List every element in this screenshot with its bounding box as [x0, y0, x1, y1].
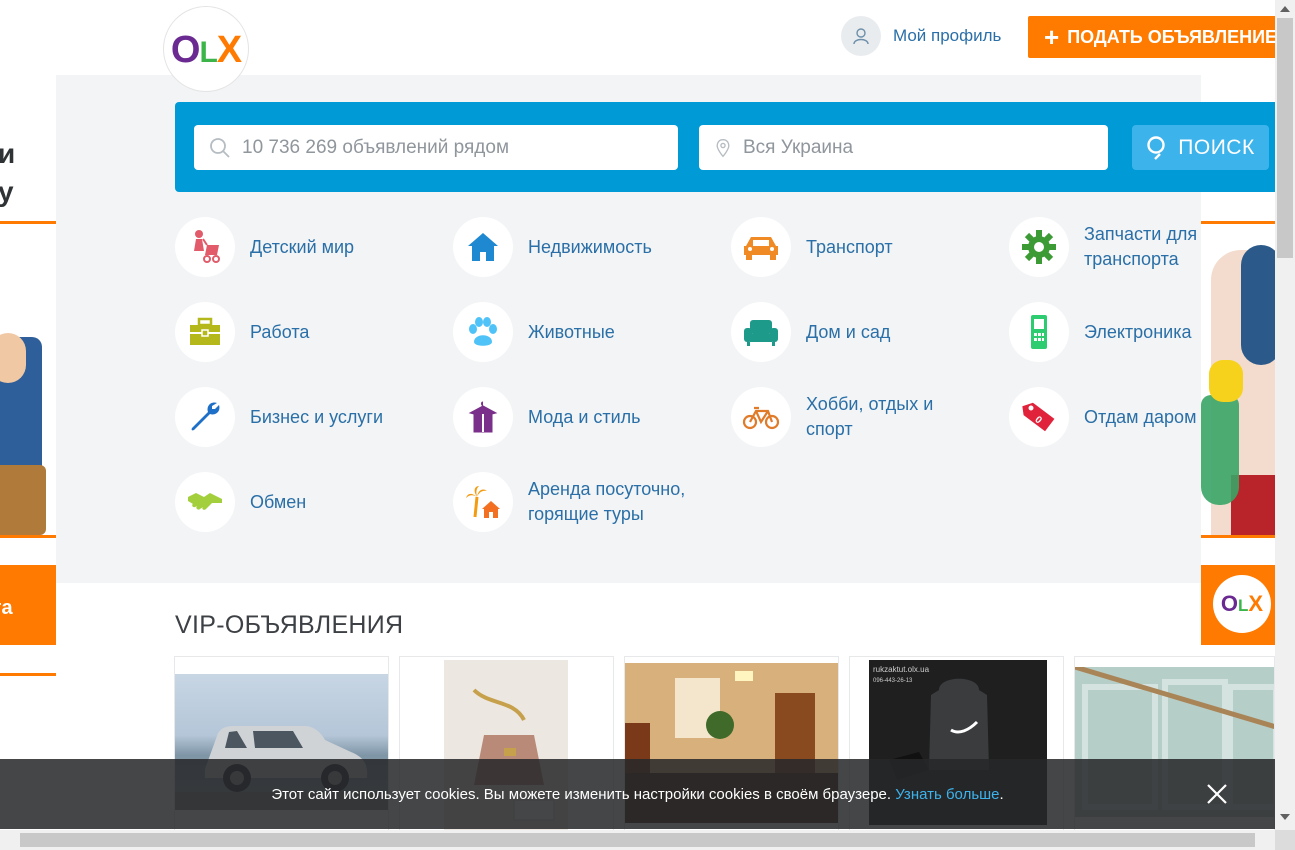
left-banner-cta[interactable]: ота	[0, 565, 56, 645]
user-avatar-icon	[841, 16, 881, 56]
olx-logo-icon: OLX	[1213, 575, 1271, 633]
category-label: Недвижимость	[528, 236, 652, 257]
category-label: Детский мир	[250, 236, 355, 257]
glove-illustration	[1209, 360, 1243, 402]
svg-text:rukzaktut.olx.ua: rukzaktut.olx.ua	[873, 665, 930, 674]
learn-more-link[interactable]: Узнать больше	[895, 786, 999, 803]
category-label: Бизнес и услуги	[250, 406, 384, 427]
search-icon	[210, 137, 230, 158]
spray-bottle-illustration	[1201, 395, 1239, 505]
paw-icon	[453, 302, 513, 362]
category-label: Животные	[528, 321, 615, 342]
bicycle-icon	[731, 387, 791, 447]
phone-icon	[1009, 302, 1069, 362]
vip-section-title: VIP-ОБЪЯВЛЕНИЯ	[175, 611, 404, 639]
tool-belt-illustration	[0, 465, 46, 535]
category-business[interactable]: Бизнес и услуги	[175, 387, 383, 447]
category-transport[interactable]: Транспорт	[731, 217, 893, 277]
armchair-icon	[731, 302, 791, 362]
category-label: Обмен	[250, 491, 307, 512]
car-icon	[731, 217, 791, 277]
divider	[0, 535, 56, 538]
scrollbar-corner	[1275, 830, 1295, 850]
palm-house-icon	[453, 472, 513, 532]
stroller-icon	[175, 217, 235, 277]
search-icon	[1147, 135, 1165, 160]
price-tag-icon: 0	[1009, 387, 1069, 447]
category-animals[interactable]: Животные	[453, 302, 615, 362]
my-profile-link[interactable]: Мой профиль	[841, 16, 1001, 56]
post-ad-button[interactable]: + ПОДАТЬ ОБЪЯВЛЕНИЕ	[1028, 16, 1278, 58]
location-pin-icon	[716, 138, 730, 157]
category-auto-parts[interactable]: Запчасти для транспорта	[1009, 217, 1204, 277]
category-label: Электроника	[1084, 321, 1192, 342]
wrench-icon	[175, 387, 235, 447]
search-bar: ПОИСК	[175, 102, 1275, 192]
hair-illustration	[1241, 245, 1275, 365]
category-exchange[interactable]: Обмен	[175, 472, 306, 532]
category-hobby[interactable]: Хобби, отдых и спорт	[731, 387, 966, 447]
clothes-icon	[453, 387, 513, 447]
search-query-field[interactable]	[194, 125, 678, 170]
location-field[interactable]	[699, 125, 1108, 170]
category-label: Аренда посуточно, горящие туры	[528, 479, 686, 524]
post-ad-label: ПОДАТЬ ОБЪЯВЛЕНИЕ	[1067, 26, 1278, 47]
category-label: Транспорт	[806, 236, 893, 257]
category-label: Отдам даром	[1084, 406, 1197, 427]
scroll-up-arrow-icon[interactable]	[1280, 6, 1290, 12]
briefcase-icon	[175, 302, 235, 362]
divider	[1201, 221, 1275, 224]
divider	[0, 221, 56, 224]
svg-text:096-443-26-13: 096-443-26-13	[873, 678, 913, 684]
scroll-down-arrow-icon[interactable]	[1280, 814, 1290, 820]
handshake-icon	[175, 472, 235, 532]
vertical-scrollbar[interactable]	[1275, 0, 1295, 830]
house-icon	[453, 217, 513, 277]
category-free[interactable]: 0 Отдам даром	[1009, 387, 1196, 447]
scrollbar-thumb[interactable]	[20, 833, 1255, 847]
search-input[interactable]	[242, 136, 678, 159]
cookie-text: Этот сайт использует cookies. Вы можете …	[271, 785, 892, 803]
category-label: Работа	[250, 321, 310, 342]
cookie-notice: Этот сайт использует cookies. Вы можете …	[0, 759, 1275, 829]
location-input[interactable]	[743, 136, 1108, 159]
category-jobs[interactable]: Работа	[175, 302, 309, 362]
category-fashion[interactable]: Мода и стиль	[453, 387, 641, 447]
category-kids[interactable]: Детский мир	[175, 217, 354, 277]
left-ad-banner[interactable]: и у ота	[0, 75, 56, 835]
category-label: Хобби, отдых и спорт	[806, 394, 934, 439]
divider	[0, 673, 56, 676]
category-electronics[interactable]: Электроника	[1009, 302, 1191, 362]
category-home-garden[interactable]: Дом и сад	[731, 302, 890, 362]
category-label: Запчасти для транспорта	[1084, 224, 1198, 269]
search-button[interactable]: ПОИСК	[1132, 125, 1269, 170]
horizontal-scrollbar[interactable]	[0, 830, 1275, 850]
plus-icon: +	[1044, 22, 1060, 52]
close-icon[interactable]	[1205, 782, 1229, 806]
category-label: Дом и сад	[806, 321, 891, 342]
gear-icon	[1009, 217, 1069, 277]
divider	[1201, 535, 1275, 538]
search-button-label: ПОИСК	[1178, 135, 1255, 159]
profile-label: Мой профиль	[893, 26, 1002, 45]
olx-logo[interactable]: OLX	[163, 6, 249, 92]
category-label: Мода и стиль	[528, 406, 641, 427]
scrollbar-thumb[interactable]	[1277, 18, 1293, 258]
right-banner-cta[interactable]: OLX	[1201, 565, 1275, 645]
category-real-estate[interactable]: Недвижимость	[453, 217, 652, 277]
left-banner-text: и у	[0, 138, 16, 207]
category-rent[interactable]: Аренда посуточно, горящие туры	[453, 472, 708, 532]
